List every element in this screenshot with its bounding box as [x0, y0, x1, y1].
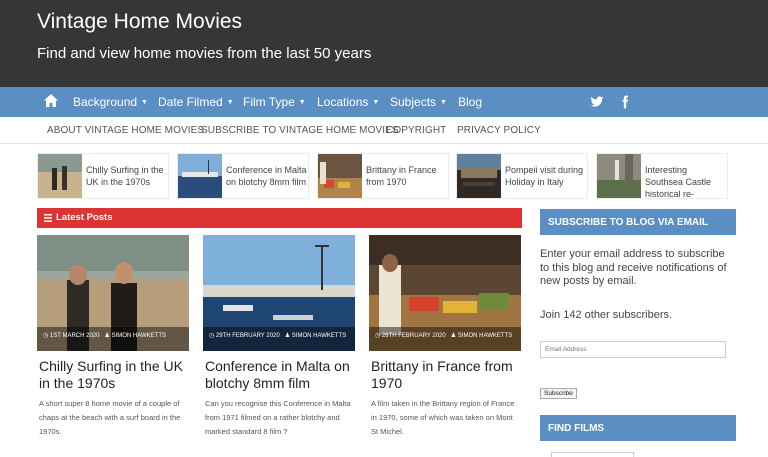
slide-title: Brittany in France from 1970	[366, 165, 437, 187]
facebook-icon[interactable]	[618, 95, 632, 109]
slider-item[interactable]: Interesting Southsea Castle historical r…	[596, 153, 728, 199]
slider-item[interactable]: Conference in Malta on blotchy 8mm film	[177, 153, 309, 199]
nav-date-filmed[interactable]: Date Filmed ▼	[158, 95, 234, 109]
nav-locations[interactable]: Locations ▼	[317, 95, 379, 109]
widget-title: SUBSCRIBE TO BLOG VIA EMAIL	[548, 217, 709, 228]
post-excerpt: Can you recognise this Conference in Mal…	[205, 399, 351, 436]
slide-title: Interesting Southsea Castle historical r…	[645, 165, 712, 198]
subnav-about[interactable]: ABOUT VINTAGE HOME MOVIES	[47, 125, 204, 136]
home-icon[interactable]	[44, 94, 58, 107]
slide-thumbnail	[597, 154, 641, 198]
post-date: 28TH FEBRUARY 2020	[381, 333, 446, 339]
post-meta: ◷ 28TH FEBRUARY 2020 ♟ SIMON HAWKETTS	[375, 332, 512, 339]
slide-thumbnail	[178, 154, 222, 198]
subnav-copyright[interactable]: COPYRIGHT	[386, 125, 446, 136]
menu-bars-icon	[44, 214, 52, 222]
post-title[interactable]: Brittany in France from 1970	[371, 358, 521, 392]
post-excerpt: A film taken in the Brittany region of F…	[371, 399, 515, 436]
latest-posts-label: Latest Posts	[56, 212, 113, 223]
subnav-subscribe[interactable]: SUBSCRIBE TO VINTAGE HOME MOVIES	[201, 125, 399, 136]
clock-icon: ◷	[375, 333, 382, 339]
subnav-privacy[interactable]: PRIVACY POLICY	[457, 125, 541, 136]
subscribe-widget-heading: SUBSCRIBE TO BLOG VIA EMAIL	[540, 209, 736, 235]
slide-title: Conference in Malta on blotchy 8mm film	[226, 165, 307, 187]
post-meta: ◷ 29TH FEBRUARY 2020 ♟ SIMON HAWKETTS	[209, 332, 346, 339]
site-header: Vintage Home Movies Find and view home m…	[0, 0, 768, 87]
post-author[interactable]: SIMON HAWKETTS	[112, 333, 166, 339]
slide-thumbnail	[38, 154, 82, 198]
post-excerpt: A short super 8 home movie of a couple o…	[39, 399, 181, 436]
find-films-select[interactable]	[551, 452, 634, 457]
post-card: ◷ 1ST MARCH 2020 ♟ SIMON HAWKETTS Chilly…	[37, 235, 189, 445]
slide-thumbnail	[457, 154, 501, 198]
caret-down-icon: ▼	[141, 99, 148, 106]
post-author[interactable]: SIMON HAWKETTS	[292, 333, 346, 339]
nav-film-type[interactable]: Film Type ▼	[243, 95, 306, 109]
email-field[interactable]	[540, 341, 726, 358]
nav-blog[interactable]: Blog	[458, 95, 482, 109]
twitter-icon[interactable]	[590, 95, 604, 109]
caret-down-icon: ▼	[226, 99, 234, 106]
subscribe-button[interactable]: Subscribe	[540, 388, 577, 399]
post-meta: ◷ 1ST MARCH 2020 ♟ SIMON HAWKETTS	[43, 332, 166, 339]
clock-icon: ◷	[209, 333, 216, 339]
post-card: ◷ 29TH FEBRUARY 2020 ♟ SIMON HAWKETTS Co…	[203, 235, 355, 445]
latest-posts-header: Latest Posts	[37, 208, 522, 228]
post-author[interactable]: SIMON HAWKETTS	[458, 333, 512, 339]
widget-title: FIND FILMS	[548, 423, 605, 434]
main-nav: Background ▼ Date Filmed ▼ Film Type ▼ Loca…	[0, 87, 768, 117]
nav-subjects[interactable]: Subjects ▼	[390, 95, 447, 109]
nav-background[interactable]: Background ▼	[73, 95, 148, 109]
post-date: 29TH FEBRUARY 2020	[215, 333, 280, 339]
clock-icon: ◷	[43, 333, 50, 339]
user-icon: ♟	[450, 333, 458, 339]
slider-item[interactable]: Pompeii visit during Holiday in Italy	[456, 153, 588, 199]
subscriber-count: Join 142 other subscribers.	[540, 309, 673, 321]
caret-down-icon: ▼	[298, 99, 306, 106]
user-icon: ♟	[104, 333, 112, 339]
slide-title: Chilly Surfing in the UK in the 1970s	[86, 165, 164, 187]
post-date: 1ST MARCH 2020	[49, 333, 100, 339]
secondary-nav: ABOUT VINTAGE HOME MOVIES SUBSCRIBE TO V…	[0, 117, 768, 144]
post-title[interactable]: Chilly Surfing in the UK in the 1970s	[39, 358, 189, 392]
find-films-heading: FIND FILMS	[540, 415, 736, 441]
caret-down-icon: ▼	[372, 99, 380, 106]
subscribe-description: Enter your email address to subscribe to…	[540, 248, 727, 287]
featured-slider: Chilly Surfing in the UK in the 1970s Co…	[37, 153, 737, 199]
slide-thumbnail	[318, 154, 362, 198]
slider-item[interactable]: Brittany in France from 1970	[317, 153, 449, 199]
post-card: ◷ 28TH FEBRUARY 2020 ♟ SIMON HAWKETTS Br…	[369, 235, 521, 445]
user-icon: ♟	[284, 333, 292, 339]
slider-item[interactable]: Chilly Surfing in the UK in the 1970s	[37, 153, 169, 199]
slide-title: Pompeii visit during Holiday in Italy	[505, 165, 584, 187]
caret-down-icon: ▼	[440, 99, 447, 106]
post-title[interactable]: Conference in Malta on blotchy 8mm film	[205, 358, 355, 392]
site-title[interactable]: Vintage Home Movies	[37, 10, 242, 34]
site-tagline: Find and view home movies from the last …	[37, 45, 372, 62]
